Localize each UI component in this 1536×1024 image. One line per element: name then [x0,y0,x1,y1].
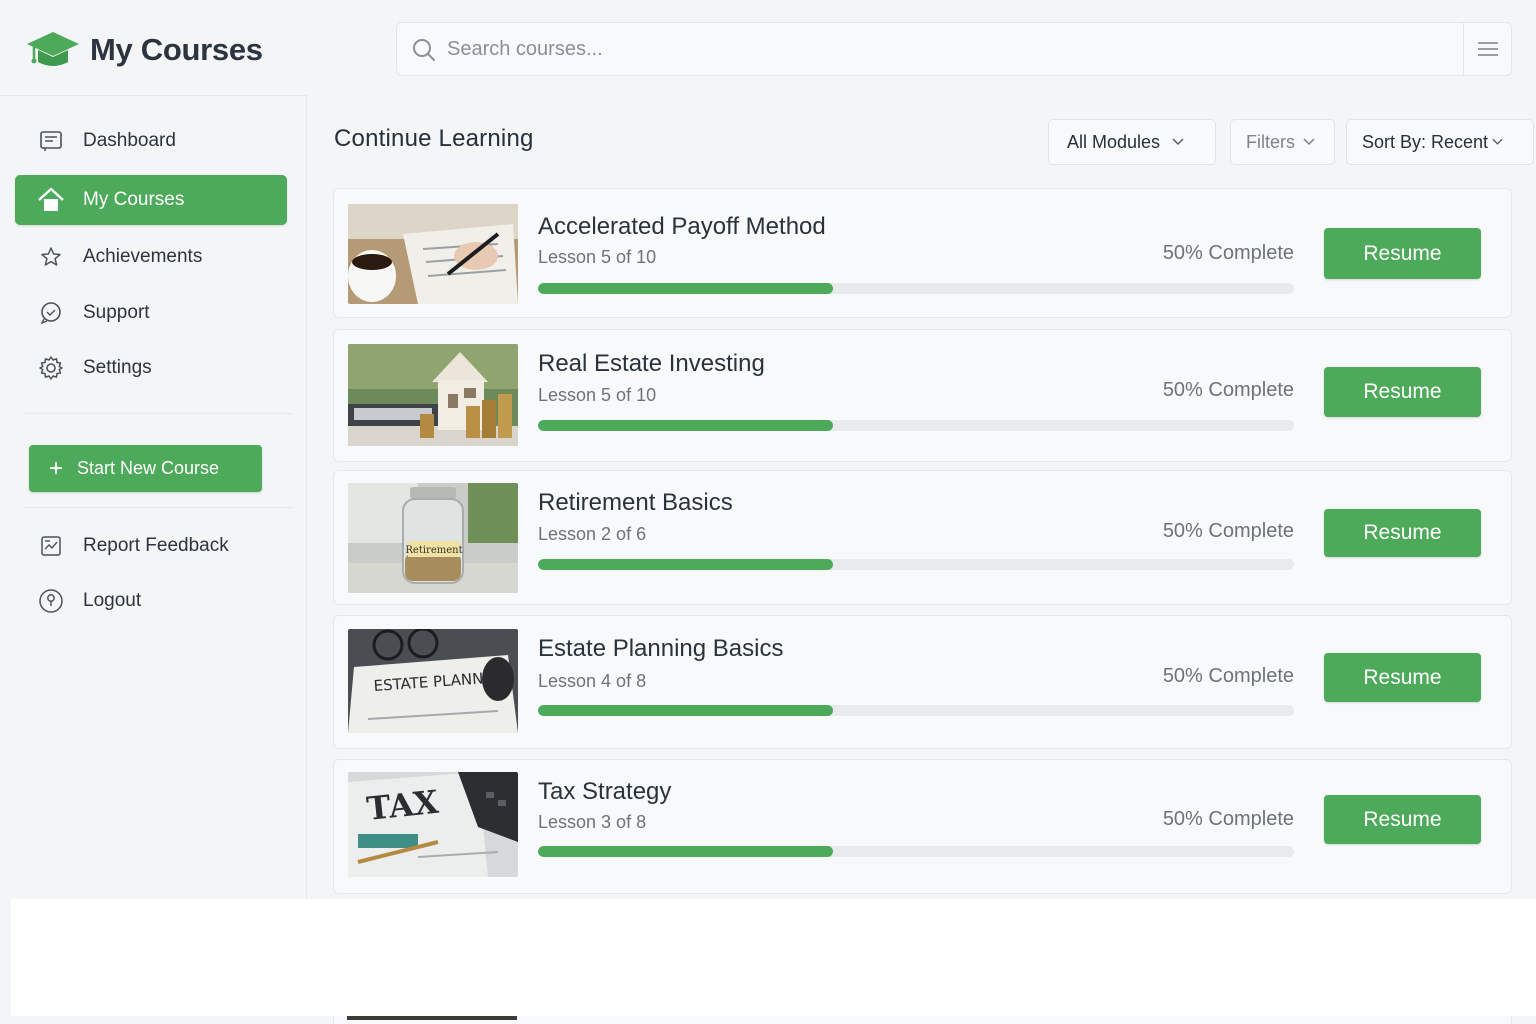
app-logo[interactable]: My Courses [26,28,263,72]
section-title: Continue Learning [334,125,534,152]
estate-planning-doc-image: ESTATE PLANNING [348,629,518,733]
course-thumbnail: Retirement [348,483,518,593]
course-card: ESTATE PLANNING Estate Planning Basics L… [333,615,1512,749]
course-progress-text: 50% Complete [1162,242,1294,264]
retirement-jar-image: Retirement [348,483,518,593]
progress-bar [538,283,1294,294]
sidebar-item-label: Achievements [83,246,203,267]
course-thumbnail [348,204,518,304]
course-lesson: Lesson 5 of 10 [538,385,657,405]
sidebar-item-label: My Courses [83,189,185,210]
course-thumbnail-partial [347,1016,517,1020]
progress-fill [538,559,833,570]
course-lesson: Lesson 2 of 6 [538,524,647,544]
course-title: Accelerated Payoff Method [538,213,826,240]
course-title: Tax Strategy [538,778,672,805]
start-new-course-label: Start New Course [77,458,220,478]
chevron-down-icon [1303,138,1315,146]
feedback-icon [37,532,65,560]
chevron-down-icon [1492,138,1503,145]
progress-fill [538,846,833,857]
star-icon [37,243,65,271]
progress-fill [538,283,833,294]
progress-fill [538,705,833,716]
course-title: Retirement Basics [538,489,733,516]
sidebar-item-label: Report Feedback [83,535,229,556]
sidebar-item-settings[interactable]: Settings [15,343,287,393]
course-progress-text: 50% Complete [1162,379,1294,401]
filters-dropdown-label: Filters [1246,131,1295,152]
app-title: My Courses [90,32,263,67]
course-progress-text: 50% Complete [1162,665,1294,687]
thumb-label: Retirement [405,545,462,556]
sidebar-item-support[interactable]: Support [15,288,287,338]
course-card: TAX Tax Strategy Lesson 3 of 8 50% Compl… [333,759,1512,894]
sidebar-divider [24,507,292,508]
course-thumbnail: ESTATE PLANNING [348,629,518,733]
sidebar-item-label: Settings [83,357,152,378]
gear-icon [37,354,65,382]
sidebar-item-report-feedback[interactable]: Report Feedback [15,521,287,571]
thumb-label: TAX [365,783,440,828]
menu-button[interactable] [1463,23,1511,75]
search-bar [396,22,1512,76]
sidebar-item-my-courses[interactable]: My Courses [15,175,287,225]
chat-icon [37,299,65,327]
progress-bar [538,705,1294,716]
course-card: Accelerated Payoff Method Lesson 5 of 10… [333,188,1512,318]
house-coins-image [348,344,518,446]
sidebar-item-achievements[interactable]: Achievements [15,232,287,282]
resume-button[interactable]: Resume [1324,228,1481,279]
logout-icon [37,587,65,615]
progress-bar [538,559,1294,570]
sidebar-divider [24,413,292,414]
course-card: Real Estate Investing Lesson 5 of 10 50%… [333,329,1512,462]
course-card: Retirement Retirement Basics Lesson 2 of… [333,470,1512,605]
course-lesson: Lesson 3 of 8 [538,812,647,832]
sidebar-item-logout[interactable]: Logout [15,576,287,626]
resume-button[interactable]: Resume [1324,367,1481,417]
course-lesson: Lesson 4 of 8 [538,671,647,691]
sort-dropdown-label: Sort By: Recent [1362,131,1489,152]
resume-button[interactable]: Resume [1324,509,1481,557]
top-header: My Courses [0,0,1536,95]
sidebar-item-dashboard[interactable]: Dashboard [15,116,287,166]
course-thumbnail: TAX [348,772,518,877]
resume-button[interactable]: Resume [1324,653,1481,702]
coffee-paperwork-image [348,204,518,304]
sort-dropdown[interactable]: Sort By: Recent [1346,119,1534,165]
course-progress-text: 50% Complete [1162,520,1294,542]
course-lesson: Lesson 5 of 10 [538,247,657,267]
sidebar-item-label: Support [83,302,150,323]
start-new-course-button[interactable]: + Start New Course [29,445,262,492]
course-title: Real Estate Investing [538,350,765,377]
tax-calculator-image: TAX [348,772,518,877]
resume-button[interactable]: Resume [1324,795,1481,844]
chevron-down-icon [1172,138,1184,146]
modules-dropdown-label: All Modules [1067,131,1161,152]
search-input[interactable] [447,23,1457,75]
course-thumbnail [348,344,518,446]
modules-dropdown[interactable]: All Modules [1048,119,1216,165]
progress-bar [538,420,1294,431]
sidebar-item-label: Dashboard [83,130,176,151]
progress-fill [538,420,833,431]
sidebar-item-label: Logout [83,590,142,611]
course-progress-text: 50% Complete [1162,808,1294,830]
search-icon [413,39,435,61]
graduation-cap-icon [27,32,79,66]
filters-dropdown[interactable]: Filters [1230,119,1335,165]
hamburger-icon [1477,42,1498,56]
bottom-overlay-panel [11,899,1536,1016]
course-title: Estate Planning Basics [538,635,784,662]
plus-icon: + [49,454,64,482]
dashboard-icon [37,127,65,155]
progress-bar [538,846,1294,857]
home-icon [37,186,65,214]
